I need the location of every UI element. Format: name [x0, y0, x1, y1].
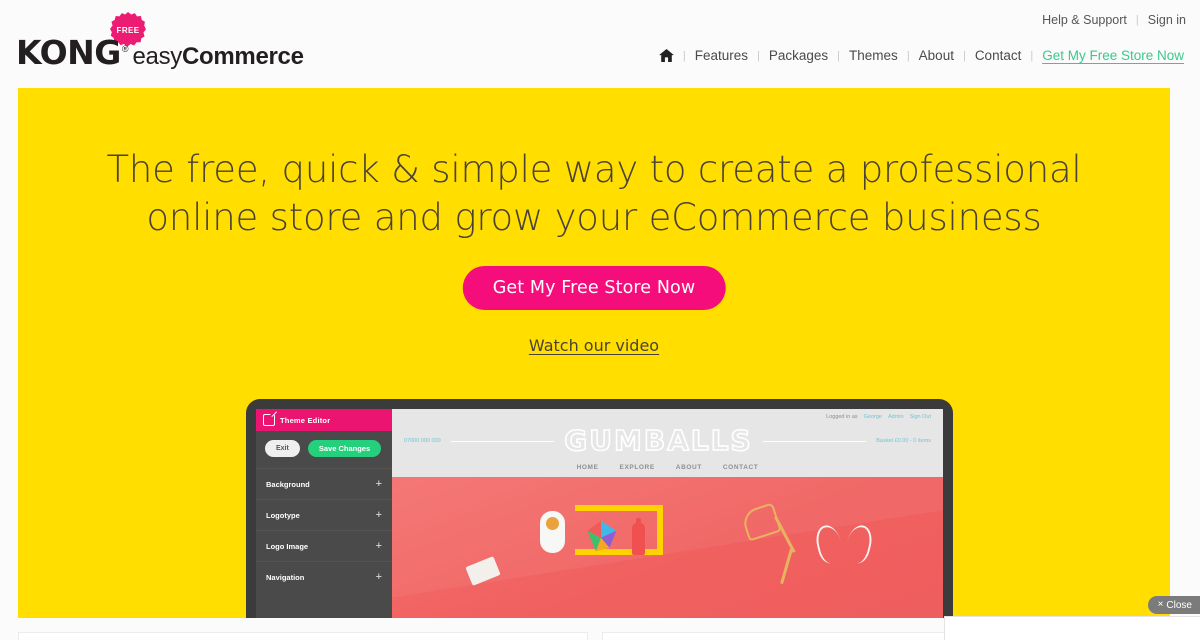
exit-button[interactable]: Exit — [265, 440, 300, 457]
store-phone-number: 07000 000 000 — [404, 438, 441, 444]
main-nav-item-features[interactable]: Features — [695, 48, 748, 63]
decor-antler-icon — [812, 522, 846, 566]
site-header: FREE KONG ® easy Commerce Help & Support |… — [0, 0, 1200, 88]
main-nav-separator: | — [682, 49, 686, 62]
store-nav-item-home[interactable]: HOME — [577, 464, 599, 471]
main-nav-separator: | — [837, 49, 841, 62]
store-nav-item-about[interactable]: ABOUT — [676, 464, 702, 471]
store-admin-link[interactable]: Admin — [888, 414, 904, 420]
editor-row-label: Logo Image — [266, 541, 309, 551]
store-basket-summary[interactable]: Basket £0.00 - 0 items — [876, 438, 931, 444]
utility-nav: Help & Support | Sign in — [1042, 13, 1186, 27]
close-overlay-button[interactable]: × Close — [1147, 596, 1200, 614]
logo-easy-text: easy — [132, 43, 183, 70]
editor-row-navigation[interactable]: Navigation + — [256, 561, 392, 592]
main-nav: | Features | Packages | Themes | About |… — [658, 48, 1184, 63]
store-nav-item-contact[interactable]: CONTACT — [723, 464, 759, 471]
close-icon: × — [1157, 599, 1164, 610]
main-nav-separator: | — [906, 49, 910, 62]
plus-icon[interactable]: + — [376, 478, 382, 490]
decor-lamp-arm-icon — [780, 548, 793, 584]
theme-editor-actions: Exit Save Changes — [256, 431, 392, 468]
editor-row-label: Navigation — [266, 572, 305, 582]
logged-in-label: Logged in as — [826, 414, 858, 420]
store-user-name[interactable]: George — [864, 414, 882, 420]
utility-nav-separator: | — [1135, 14, 1139, 26]
store-nav-item-explore[interactable]: EXPLORE — [620, 464, 655, 471]
main-nav-item-contact[interactable]: Contact — [975, 48, 1022, 63]
plus-icon[interactable]: + — [376, 509, 382, 521]
edit-pencil-icon — [263, 414, 275, 426]
utility-nav-item-sign-in[interactable]: Sign in — [1148, 13, 1186, 27]
logo-wordmark: KONG ® easy Commerce — [16, 36, 304, 69]
main-nav-separator: | — [962, 49, 966, 62]
store-hero-banner — [392, 477, 943, 618]
main-nav-item-themes[interactable]: Themes — [849, 48, 898, 63]
logo-trademark-icon: ® — [121, 44, 129, 54]
decor-polyhedron-icon — [587, 520, 617, 552]
store-nav: HOME EXPLORE ABOUT CONTACT — [392, 455, 943, 471]
hero-cta-button[interactable]: Get My Free Store Now — [462, 266, 726, 310]
editor-row-logo-image[interactable]: Logo Image + — [256, 530, 392, 561]
decor-antler-icon — [842, 522, 876, 566]
store-divider-right — [762, 440, 867, 442]
content-card-left — [18, 632, 588, 640]
store-account-bar: Logged in as George Admin Sign Out — [392, 409, 943, 420]
store-signout-link[interactable]: Sign Out — [910, 414, 931, 420]
main-nav-item-get-my-free-store-now[interactable]: Get My Free Store Now — [1042, 48, 1184, 63]
main-nav-separator: | — [1030, 49, 1034, 62]
editor-row-logotype[interactable]: Logotype + — [256, 499, 392, 530]
close-label: Close — [1166, 599, 1192, 611]
store-brand-logo: GUMBALLS — [563, 424, 753, 457]
page-root: FREE KONG ® easy Commerce Help & Support |… — [0, 0, 1200, 640]
logo-commerce-text: Commerce — [182, 43, 304, 70]
save-changes-button[interactable]: Save Changes — [307, 440, 382, 457]
theme-editor-header: Theme Editor — [256, 409, 392, 431]
main-nav-item-about[interactable]: About — [919, 48, 954, 63]
utility-nav-item-help-support[interactable]: Help & Support — [1042, 13, 1127, 27]
editor-row-background[interactable]: Background + — [256, 468, 392, 499]
laptop-mockup: Theme Editor Exit Save Changes Backgroun… — [246, 399, 953, 618]
main-nav-separator: | — [757, 49, 760, 62]
hero-title: The free, quick & simple way to create a… — [106, 148, 1082, 239]
theme-editor-title: Theme Editor — [280, 415, 331, 425]
theme-editor-panel: Theme Editor Exit Save Changes Backgroun… — [256, 409, 392, 618]
plus-icon[interactable]: + — [376, 540, 382, 552]
floating-side-panel — [944, 616, 1200, 640]
watch-our-video-link[interactable]: Watch our video — [18, 336, 1170, 355]
laptop-screen: Theme Editor Exit Save Changes Backgroun… — [256, 409, 943, 618]
store-brand-row: 07000 000 000 GUMBALLS Basket £0.00 - 0 … — [392, 420, 943, 457]
decor-mouse-icon — [540, 511, 565, 553]
hero-section: The free, quick & simple way to create a… — [18, 88, 1170, 618]
logo-kong-text: KONG — [16, 33, 121, 72]
decor-bottle-icon — [632, 518, 645, 555]
home-icon[interactable] — [658, 49, 674, 62]
main-nav-item-packages[interactable]: Packages — [769, 48, 828, 63]
editor-row-label: Logotype — [266, 510, 300, 520]
store-preview: Logged in as George Admin Sign Out 07000… — [392, 409, 943, 618]
plus-icon[interactable]: + — [376, 571, 382, 583]
editor-row-label: Background — [266, 479, 310, 489]
store-divider-left — [450, 440, 555, 442]
